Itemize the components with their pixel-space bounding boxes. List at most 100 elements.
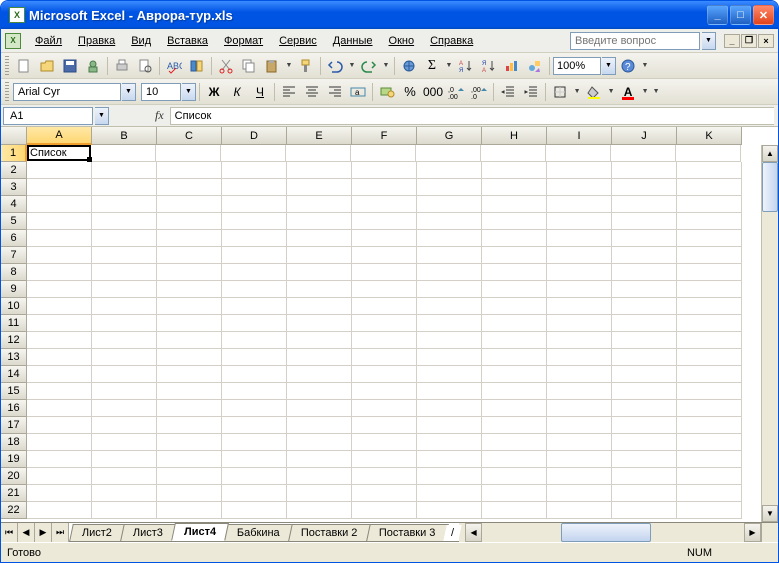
column-header[interactable]: I: [547, 127, 612, 145]
font-color-dropdown[interactable]: ▼: [640, 88, 650, 95]
cell[interactable]: [547, 349, 612, 366]
cell[interactable]: [677, 247, 742, 264]
cell[interactable]: [222, 162, 287, 179]
cell[interactable]: [287, 230, 352, 247]
cell[interactable]: [676, 145, 741, 162]
cell[interactable]: [92, 281, 157, 298]
cell[interactable]: [482, 230, 547, 247]
sheet-tab[interactable]: Поставки 3: [366, 524, 448, 541]
cell[interactable]: [547, 247, 612, 264]
cell[interactable]: [92, 315, 157, 332]
menu-format[interactable]: Формат: [216, 32, 271, 50]
cell[interactable]: [612, 366, 677, 383]
formula-input[interactable]: [170, 107, 774, 125]
cell[interactable]: [417, 162, 482, 179]
mdi-minimize-button[interactable]: _: [724, 34, 740, 48]
cell[interactable]: [222, 383, 287, 400]
cell[interactable]: [27, 451, 92, 468]
cell[interactable]: [417, 179, 482, 196]
cell[interactable]: [92, 400, 157, 417]
cell[interactable]: [677, 434, 742, 451]
cell[interactable]: [677, 213, 742, 230]
row-header[interactable]: 22: [1, 502, 27, 519]
cell[interactable]: [482, 247, 547, 264]
cell[interactable]: [222, 468, 287, 485]
comma-style-icon[interactable]: 000: [422, 81, 444, 103]
cell[interactable]: [547, 502, 612, 519]
cell[interactable]: [222, 485, 287, 502]
cell[interactable]: [352, 315, 417, 332]
cell[interactable]: [352, 468, 417, 485]
cell[interactable]: [92, 162, 157, 179]
minimize-button[interactable]: _: [707, 5, 728, 25]
cell[interactable]: [92, 213, 157, 230]
cell[interactable]: [157, 332, 222, 349]
align-left-icon[interactable]: [278, 81, 300, 103]
cell[interactable]: [157, 468, 222, 485]
cell[interactable]: [27, 281, 92, 298]
cell[interactable]: [417, 213, 482, 230]
cell[interactable]: [482, 417, 547, 434]
cell[interactable]: [352, 417, 417, 434]
row-header[interactable]: 19: [1, 451, 27, 468]
cell[interactable]: [222, 332, 287, 349]
zoom-dropdown[interactable]: ▼: [602, 57, 616, 75]
cell[interactable]: [546, 145, 611, 162]
cell[interactable]: [417, 400, 482, 417]
cell[interactable]: [547, 213, 612, 230]
cell[interactable]: [157, 315, 222, 332]
cell[interactable]: [222, 400, 287, 417]
cell[interactable]: [157, 366, 222, 383]
cell[interactable]: [27, 179, 92, 196]
paste-icon[interactable]: [261, 55, 283, 77]
cell[interactable]: [27, 349, 92, 366]
column-header[interactable]: H: [482, 127, 547, 145]
column-header[interactable]: J: [612, 127, 677, 145]
menu-file[interactable]: Файл: [27, 32, 70, 50]
cell[interactable]: [352, 400, 417, 417]
borders-dropdown[interactable]: ▼: [572, 88, 582, 95]
cut-icon[interactable]: [215, 55, 237, 77]
ask-question-input[interactable]: [570, 32, 700, 50]
cell[interactable]: [677, 315, 742, 332]
cell[interactable]: [27, 196, 92, 213]
menu-view[interactable]: Вид: [123, 32, 159, 50]
cell[interactable]: [547, 264, 612, 281]
cell[interactable]: [677, 281, 742, 298]
menu-help[interactable]: Справка: [422, 32, 481, 50]
column-header[interactable]: C: [157, 127, 222, 145]
cell[interactable]: [612, 383, 677, 400]
sheet-tab[interactable]: Лист3: [120, 524, 176, 541]
zoom-combo[interactable]: 100%: [553, 57, 601, 75]
font-name-combo[interactable]: Arial Cyr: [13, 83, 121, 101]
align-center-icon[interactable]: [301, 81, 323, 103]
cell[interactable]: [157, 179, 222, 196]
menu-insert[interactable]: Вставка: [159, 32, 216, 50]
cell[interactable]: [352, 281, 417, 298]
cell[interactable]: [417, 349, 482, 366]
cell[interactable]: [482, 281, 547, 298]
cell[interactable]: [547, 366, 612, 383]
cell[interactable]: [92, 468, 157, 485]
cell[interactable]: [287, 400, 352, 417]
cell[interactable]: [92, 298, 157, 315]
cell[interactable]: [287, 247, 352, 264]
cell[interactable]: [222, 179, 287, 196]
cell[interactable]: [482, 179, 547, 196]
cell[interactable]: [157, 196, 222, 213]
cell[interactable]: [92, 264, 157, 281]
row-header[interactable]: 16: [1, 400, 27, 417]
row-header[interactable]: 7: [1, 247, 27, 264]
cell[interactable]: [222, 502, 287, 519]
row-header[interactable]: 12: [1, 332, 27, 349]
row-header[interactable]: 21: [1, 485, 27, 502]
menu-tools[interactable]: Сервис: [271, 32, 325, 50]
cell[interactable]: [287, 179, 352, 196]
cell[interactable]: [287, 366, 352, 383]
cell[interactable]: [417, 230, 482, 247]
name-box[interactable]: A1: [3, 107, 93, 125]
row-header[interactable]: 9: [1, 281, 27, 298]
column-header[interactable]: K: [677, 127, 742, 145]
cell[interactable]: [156, 145, 221, 162]
cell[interactable]: [482, 196, 547, 213]
